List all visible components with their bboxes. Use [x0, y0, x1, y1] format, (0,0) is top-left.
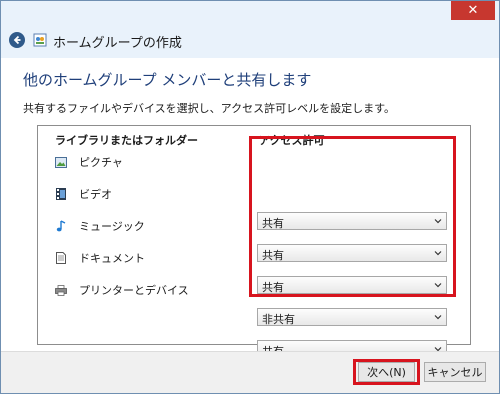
list-item-music: ミュージック [55, 218, 145, 234]
instruction-text: 共有するファイルやデバイスを選択し、アクセス許可レベルを設定します。 [23, 102, 396, 115]
row-label-pictures: ピクチャ [79, 156, 123, 169]
access-value-videos: 共有 [262, 249, 284, 262]
row-label-documents: ドキュメント [79, 252, 145, 265]
back-button[interactable] [9, 32, 25, 48]
list-item-pictures: ピクチャ [55, 154, 123, 170]
list-item-printers: プリンターとデバイス [55, 282, 189, 298]
chevron-down-icon [434, 219, 442, 224]
chevron-down-icon [434, 283, 442, 288]
access-value-music: 共有 [262, 281, 284, 294]
printer-icon [55, 284, 67, 296]
chevron-down-icon [434, 315, 442, 320]
window-title: ホームグループの作成 [53, 36, 182, 51]
music-icon [55, 220, 67, 232]
access-select-videos[interactable]: 共有 [257, 244, 447, 262]
videos-icon [55, 188, 67, 200]
row-label-printers: プリンターとデバイス [79, 284, 189, 297]
page-heading: 他のホームグループ メンバーと共有します [23, 71, 312, 89]
row-label-music: ミュージック [79, 220, 145, 233]
access-value-pictures: 共有 [262, 217, 284, 230]
title-bar: ✕ [1, 1, 499, 25]
access-select-documents[interactable]: 非共有 [257, 308, 447, 326]
row-label-videos: ビデオ [79, 188, 112, 201]
chevron-down-icon [434, 251, 442, 256]
header-bar: ホームグループの作成 [1, 25, 499, 58]
content-area: 他のホームグループ メンバーと共有します 共有するファイルやデバイスを選択し、ア… [1, 58, 499, 358]
close-button[interactable]: ✕ [451, 1, 495, 20]
share-list-panel: ライブラリまたはフォルダー アクセス許可 ピクチャ ビデオ ミュージック ドキュ… [37, 125, 471, 358]
access-select-pictures[interactable]: 共有 [257, 212, 447, 230]
column-header-library: ライブラリまたはフォルダー [55, 134, 198, 147]
homegroup-icon [33, 33, 47, 47]
back-arrow-icon [13, 35, 21, 45]
access-value-documents: 非共有 [262, 313, 295, 326]
next-button[interactable]: 次へ(N) [358, 362, 415, 382]
list-item-videos: ビデオ [55, 186, 112, 202]
close-icon: ✕ [467, 3, 479, 18]
list-item-documents: ドキュメント [55, 250, 145, 266]
pictures-icon [55, 156, 67, 168]
access-select-music[interactable]: 共有 [257, 276, 447, 294]
homegroup-window: ✕ ホームグループの作成 他のホームグループ メンバーと共有します 共有するファ… [0, 0, 500, 394]
footer-bar: 次へ(N) キャンセル [1, 351, 499, 393]
cancel-button[interactable]: キャンセル [424, 362, 486, 382]
documents-icon [55, 252, 67, 264]
